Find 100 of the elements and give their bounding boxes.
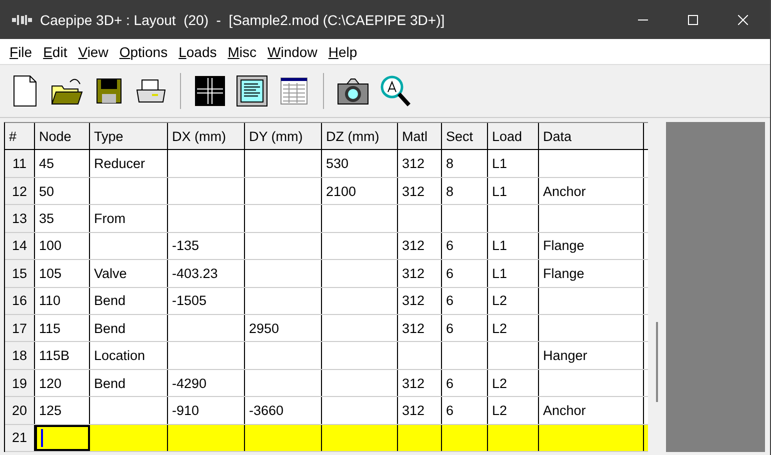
table-cell: 6 — [442, 232, 488, 260]
column-header[interactable]: Matl — [398, 123, 442, 150]
menu-item[interactable]: File — [4, 44, 38, 60]
menu-item[interactable]: View — [72, 44, 114, 60]
table-cell: L2 — [488, 314, 539, 342]
menu-item[interactable]: Help — [322, 44, 363, 60]
maximize-icon — [688, 14, 698, 24]
table-cell: 6 — [442, 288, 488, 314]
table-cell: 110 — [35, 288, 90, 314]
table-cell: 530 — [322, 150, 398, 177]
table-cell: Hanger — [539, 342, 644, 369]
selected-row[interactable]: 21 — [5, 424, 648, 452]
row-number[interactable]: 11 — [5, 150, 35, 177]
table-cell: 6 — [442, 314, 488, 342]
table-cell: 8 — [442, 150, 488, 177]
table-cell: -1505 — [168, 288, 245, 314]
column-header[interactable]: Type — [90, 123, 168, 150]
table-cell: 120 — [35, 370, 90, 396]
row-number[interactable]: 19 — [5, 370, 35, 396]
table-cell: Reducer — [90, 150, 168, 177]
table-cell: 312 — [398, 232, 442, 260]
table-cell: L1 — [488, 260, 539, 287]
table-cell: -403.23 — [168, 260, 245, 287]
menu-item[interactable]: Edit — [38, 44, 73, 60]
table-cell: -4290 — [168, 370, 245, 396]
table-cell: L2 — [488, 370, 539, 396]
menu-item[interactable]: Loads — [173, 44, 222, 60]
table-cell: 312 — [398, 178, 442, 204]
column-header[interactable]: # — [5, 123, 35, 150]
table-cell: L2 — [488, 288, 539, 314]
table-cell: 35 — [35, 205, 90, 232]
table-cell: Anchor — [539, 397, 644, 424]
table-row[interactable]: 18 115B Location Hanger — [5, 342, 648, 370]
table-cell: 125 — [35, 397, 90, 424]
column-header[interactable]: DZ (mm) — [322, 123, 398, 150]
table-cell: -135 — [168, 232, 245, 260]
table-cell: Anchor — [539, 178, 644, 204]
table-cell: 2100 — [322, 178, 398, 204]
table-row[interactable]: 14 100 -135 312 6 L1 Flange — [5, 232, 648, 260]
row-number[interactable]: 15 — [5, 260, 35, 287]
table-cell: L2 — [488, 397, 539, 424]
text-cursor — [41, 428, 43, 447]
close-icon — [738, 14, 748, 24]
column-header[interactable]: DY (mm) — [245, 123, 322, 150]
table-cell: 312 — [398, 150, 442, 177]
table-cell: -3660 — [245, 397, 322, 424]
table-cell: 312 — [398, 260, 442, 287]
table-cell: -910 — [168, 397, 245, 424]
table-cell: Bend — [90, 370, 168, 396]
column-header[interactable]: Node — [35, 123, 90, 150]
table-cell: 312 — [398, 288, 442, 314]
row-number[interactable]: 20 — [5, 397, 35, 424]
table-cell: L1 — [488, 150, 539, 177]
table-cell: L1 — [488, 178, 539, 204]
table-cell: Bend — [90, 314, 168, 342]
app-icon — [12, 14, 32, 24]
table-row[interactable]: 11 45 Reducer 530 312 8 L1 — [5, 150, 648, 178]
table-row[interactable]: 12 50 2100 312 8 L1 Anchor — [5, 178, 648, 206]
menu-item[interactable]: Window — [262, 44, 323, 60]
table-row[interactable]: 13 35 From — [5, 205, 648, 233]
table-cell: 312 — [398, 370, 442, 396]
table-row[interactable]: 15 105 Valve -403.23 312 6 L1 Flange — [5, 260, 648, 288]
table-cell: Flange — [539, 260, 644, 287]
table-cell: L1 — [488, 232, 539, 260]
table-row[interactable]: 17 115 Bend 2950 312 6 L2 — [5, 314, 648, 342]
table-cell: 312 — [398, 397, 442, 424]
table-cell: 115B — [35, 342, 90, 369]
row-number[interactable]: 17 — [5, 314, 35, 342]
table-cell: 6 — [442, 397, 488, 424]
row-number[interactable]: 16 — [5, 288, 35, 314]
table-cell: 6 — [442, 260, 488, 287]
row-number[interactable]: 13 — [5, 205, 35, 232]
table-cell: 50 — [35, 178, 90, 204]
row-number[interactable]: 12 — [5, 178, 35, 204]
table-cell: 45 — [35, 150, 90, 177]
table-cell: From — [90, 205, 168, 232]
table-cell: Flange — [539, 232, 644, 260]
table-cell[interactable] — [35, 424, 90, 452]
column-header[interactable]: Data — [539, 123, 644, 150]
column-header[interactable]: Load — [488, 123, 539, 150]
window-title: Caepipe 3D+ : Layout (20) - [Sample2.mod (C:\CAEPIPE 3D+)] — [40, 12, 445, 28]
table-cell: Location — [90, 342, 168, 369]
table-cell: 115 — [35, 314, 90, 342]
table-cell: Bend — [90, 288, 168, 314]
table-cell: 8 — [442, 178, 488, 204]
row-number[interactable]: 21 — [5, 424, 35, 452]
table-cell: Valve — [90, 260, 168, 287]
row-number[interactable]: 14 — [5, 232, 35, 260]
table-cell: 100 — [35, 232, 90, 260]
column-header[interactable]: DX (mm) — [168, 123, 245, 150]
table-row[interactable]: 16 110 Bend -1505 312 6 L2 — [5, 288, 648, 315]
table-cell: 6 — [442, 370, 488, 396]
menu-item[interactable]: Options — [114, 44, 174, 60]
column-header[interactable]: Sect — [442, 123, 488, 150]
menu-item[interactable]: Misc — [222, 44, 262, 60]
table-cell: 2950 — [245, 314, 322, 342]
table-cell: 105 — [35, 260, 90, 287]
table-cell: 312 — [398, 314, 442, 342]
row-number[interactable]: 18 — [5, 342, 35, 369]
table-row[interactable]: 19 120 Bend -4290 312 6 L2 — [5, 370, 648, 398]
